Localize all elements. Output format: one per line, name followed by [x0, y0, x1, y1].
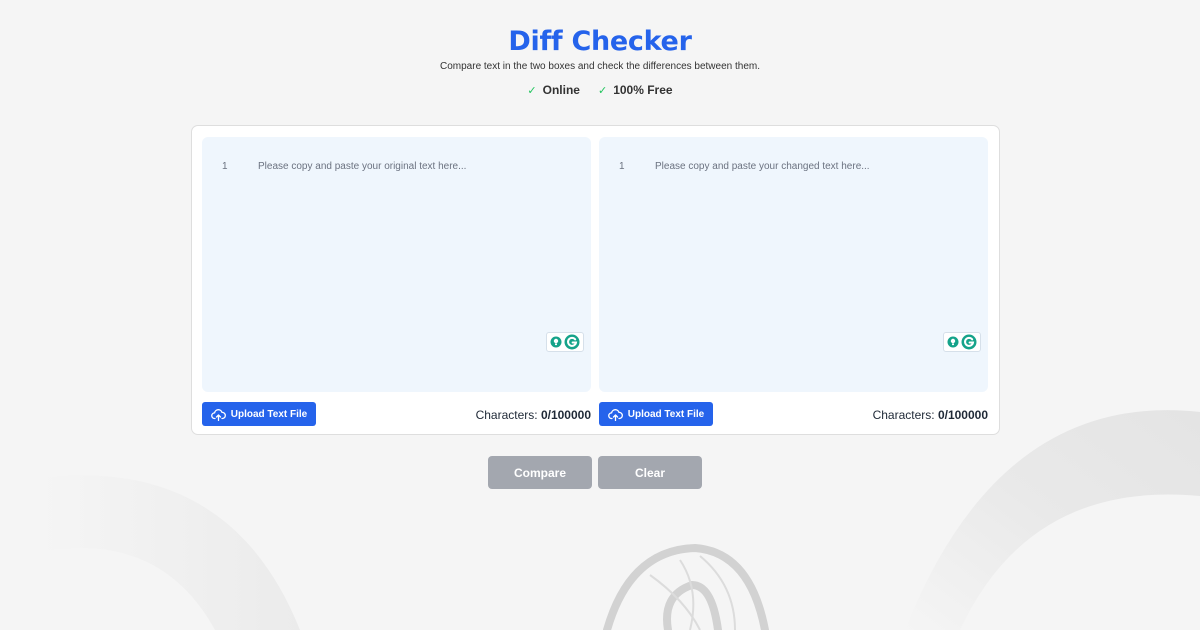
lightbulb-icon — [550, 336, 562, 348]
check-icon: ✓ — [527, 84, 537, 97]
clear-button[interactable]: Clear — [598, 456, 702, 489]
grammarly-widget[interactable] — [943, 332, 981, 352]
cloud-upload-icon — [607, 408, 623, 421]
grammarly-icon — [564, 334, 580, 350]
changed-text-placeholder: Please copy and paste your changed text … — [655, 161, 870, 172]
page-subtitle: Compare text in the two boxes and check … — [440, 61, 760, 72]
feature-label: Online — [542, 83, 580, 97]
hero-section: Diff Checker Compare text in the two box… — [0, 24, 1200, 97]
page-title: Diff Checker — [508, 26, 692, 57]
upload-changed-file-button[interactable]: Upload Text File — [599, 402, 713, 426]
line-number: 1 — [222, 161, 228, 172]
character-count-label: Characters: — [872, 408, 935, 422]
grammarly-icon — [961, 334, 977, 350]
original-text-placeholder: Please copy and paste your original text… — [258, 161, 467, 172]
feature-free: ✓ 100% Free — [598, 83, 673, 97]
feature-online: ✓ Online — [527, 83, 580, 97]
compare-button[interactable]: Compare — [488, 456, 592, 489]
character-count-label: Characters: — [475, 408, 538, 422]
original-character-count: Characters: 0/100000 — [476, 408, 591, 422]
feature-list: ✓ Online ✓ 100% Free — [0, 83, 1200, 97]
character-count-value: 0/100000 — [937, 408, 988, 422]
original-text-editor[interactable]: 1 Please copy and paste your original te… — [202, 137, 591, 392]
line-number: 1 — [619, 161, 625, 172]
character-count-value: 0/100000 — [540, 408, 591, 422]
upload-original-file-button[interactable]: Upload Text File — [202, 402, 316, 426]
changed-text-editor[interactable]: 1 Please copy and paste your changed tex… — [599, 137, 988, 392]
changed-character-count: Characters: 0/100000 — [873, 408, 988, 422]
lightbulb-icon — [947, 336, 959, 348]
upload-button-label: Upload Text File — [627, 408, 705, 420]
feature-label: 100% Free — [613, 83, 673, 97]
diff-editor-card: 1 Please copy and paste your original te… — [191, 125, 1000, 435]
check-icon: ✓ — [597, 84, 608, 97]
diff-checker-page: Diff Checker Compare text in the two box… — [0, 0, 1200, 630]
grammarly-widget[interactable] — [546, 332, 584, 352]
cloud-upload-icon — [210, 408, 226, 421]
upload-button-label: Upload Text File — [230, 408, 308, 420]
